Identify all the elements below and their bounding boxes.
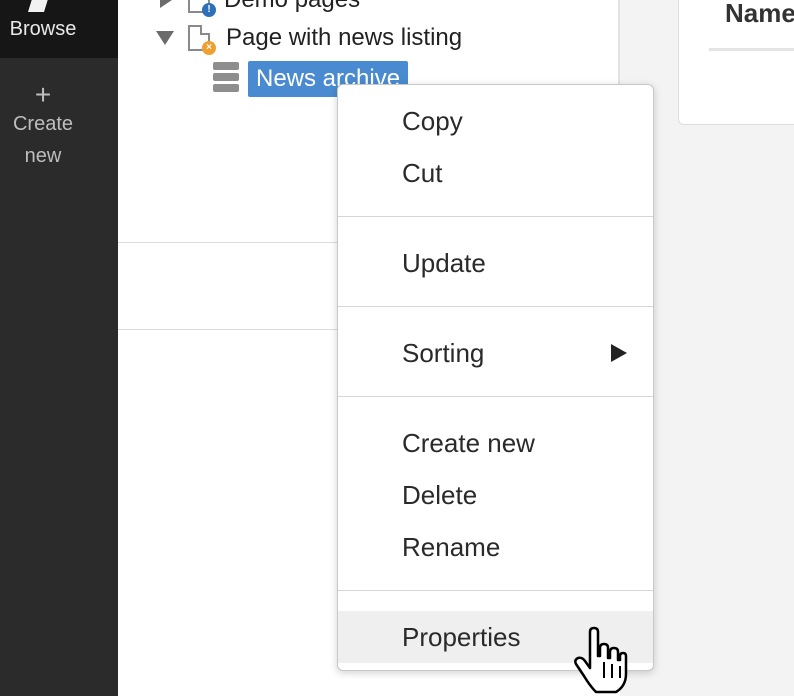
create-label-line2: new bbox=[24, 145, 62, 167]
menu-item-delete[interactable]: Delete bbox=[338, 469, 653, 521]
divider-line bbox=[118, 329, 338, 330]
menu-separator bbox=[338, 396, 653, 397]
create-new-button[interactable]: + Create new bbox=[0, 79, 86, 172]
menu-item-create-new[interactable]: Create new bbox=[338, 417, 653, 469]
tree-item-demo-pages[interactable]: ! Demo pages bbox=[160, 0, 360, 17]
menu-item-update[interactable]: Update bbox=[338, 237, 653, 289]
list-panel: Name bbox=[678, 0, 794, 125]
folder-archive-icon bbox=[213, 62, 239, 94]
column-header-underline bbox=[709, 48, 794, 51]
menu-item-sorting-label: Sorting bbox=[402, 338, 485, 368]
collapse-arrow-icon[interactable] bbox=[156, 31, 174, 45]
expand-arrow-icon[interactable] bbox=[160, 0, 172, 8]
menu-separator bbox=[338, 306, 653, 307]
tree-item-page-with-news-listing[interactable]: × Page with news listing bbox=[156, 24, 463, 55]
menu-separator bbox=[338, 216, 653, 217]
divider-line bbox=[118, 242, 338, 243]
menu-separator bbox=[338, 590, 653, 591]
column-header-name[interactable]: Name bbox=[725, 0, 794, 29]
hand-cursor-icon bbox=[574, 626, 628, 694]
browse-label: Browse bbox=[9, 18, 77, 40]
browse-button[interactable]: Browse bbox=[0, 0, 118, 58]
create-label-line1: Create bbox=[12, 113, 74, 135]
pencil-icon bbox=[28, 0, 48, 12]
context-menu: Copy Cut Update Sorting Create new Delet… bbox=[337, 84, 654, 671]
menu-item-copy[interactable]: Copy bbox=[338, 95, 653, 147]
menu-item-rename[interactable]: Rename bbox=[338, 521, 653, 573]
tree-item-label: Demo pages bbox=[224, 0, 360, 14]
plus-icon: + bbox=[34, 79, 52, 110]
page-info-icon: ! bbox=[188, 0, 216, 17]
page-news-icon: × bbox=[188, 25, 216, 55]
submenu-arrow-icon bbox=[611, 344, 627, 362]
app-sidebar: Browse + Create new bbox=[0, 0, 118, 696]
menu-item-sorting[interactable]: Sorting bbox=[338, 327, 653, 379]
menu-item-cut[interactable]: Cut bbox=[338, 147, 653, 199]
tree-item-label: Page with news listing bbox=[226, 24, 463, 51]
